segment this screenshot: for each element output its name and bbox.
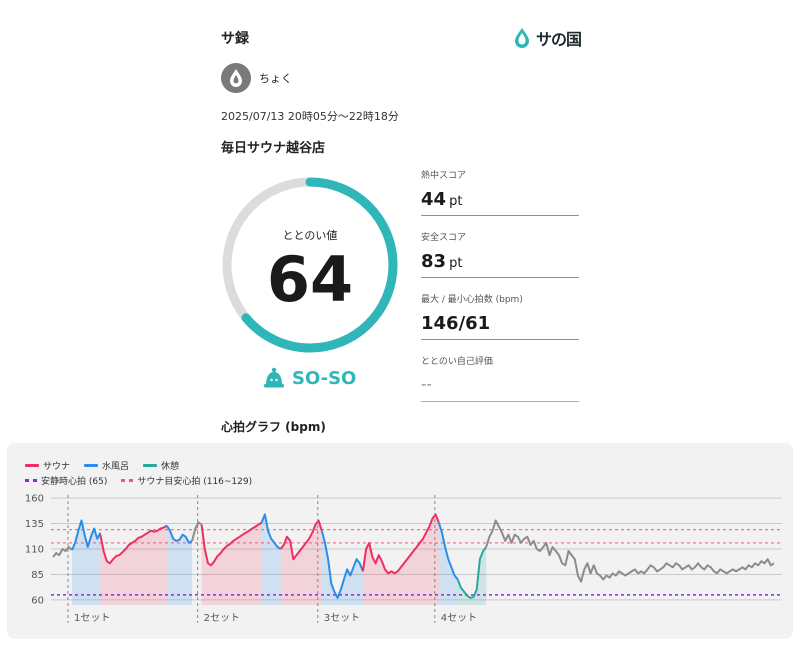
- water-area: [321, 530, 363, 605]
- username: ちょく: [259, 72, 292, 85]
- rating-text: SO-SO: [292, 367, 357, 389]
- y-tick-label: 135: [25, 519, 44, 530]
- brand-name: サの国: [536, 30, 582, 49]
- set-label: 3セット: [324, 612, 360, 624]
- set-label: 4セット: [441, 612, 477, 624]
- divider: [421, 277, 579, 278]
- brand-logo: サの国: [512, 26, 582, 50]
- heart-rate-chart: 60 85 110 135 160 1セット 2セット 3セット 4セット: [25, 494, 782, 624]
- session-datetime: 2025/07/13 20時05分〜22時18分: [221, 110, 399, 123]
- safety-score-value: 83: [421, 251, 447, 272]
- graph-title: 心拍グラフ (bpm): [221, 420, 326, 434]
- other-line: [191, 521, 203, 542]
- self-rating[interactable]: ととのい自己評価 --: [421, 354, 579, 402]
- score-label: ととのい値: [282, 229, 338, 242]
- water-area: [166, 525, 193, 605]
- water-drop-icon: [515, 28, 529, 48]
- heart-rate-range: 最大 / 最小心拍数 (bpm) 146/61: [421, 292, 579, 340]
- heart-rate-graph: サウナ 水風呂 休憩 安静時心拍 (65) サウナ目安心拍 (116~129) …: [7, 443, 793, 639]
- heart-rate-value: 146/61: [421, 313, 491, 334]
- safety-score-label: 安全スコア: [421, 233, 467, 243]
- sauna-hat-icon: [264, 367, 284, 388]
- safety-score-unit: pt: [449, 256, 463, 271]
- y-tick-label: 160: [25, 494, 44, 505]
- sauna-area: [280, 520, 322, 605]
- water-drop-icon: [230, 69, 242, 87]
- user-profile[interactable]: ちょく: [221, 63, 292, 93]
- score-value: 64: [266, 243, 354, 316]
- y-tick-label: 85: [31, 570, 44, 581]
- page-title: サ録: [221, 31, 249, 47]
- y-tick-label: 110: [25, 545, 44, 556]
- sauna-area: [201, 522, 262, 605]
- safety-score: 安全スコア 83 pt: [421, 230, 579, 278]
- water-area: [261, 514, 281, 605]
- divider: [421, 401, 579, 402]
- set-label: 2セット: [204, 612, 240, 624]
- heat-score-unit: pt: [449, 194, 463, 209]
- divider: [421, 339, 579, 340]
- self-rating-value[interactable]: --: [421, 375, 579, 401]
- heat-score: 熱中スコア 44 pt: [421, 168, 579, 216]
- y-tick-label: 60: [31, 595, 44, 606]
- divider: [421, 215, 579, 216]
- set-label: 1セット: [74, 612, 110, 624]
- heat-score-label: 熱中スコア: [421, 171, 467, 181]
- heart-rate-label: 最大 / 最小心拍数 (bpm): [421, 295, 523, 305]
- sauna-area: [100, 525, 167, 605]
- facility-name: 毎日サウナ越谷店: [221, 141, 326, 156]
- heat-score-value: 44: [421, 189, 447, 210]
- avatar[interactable]: [221, 63, 251, 93]
- self-rating-label: ととのい自己評価: [421, 357, 493, 367]
- rating-badge: SO-SO: [262, 366, 356, 390]
